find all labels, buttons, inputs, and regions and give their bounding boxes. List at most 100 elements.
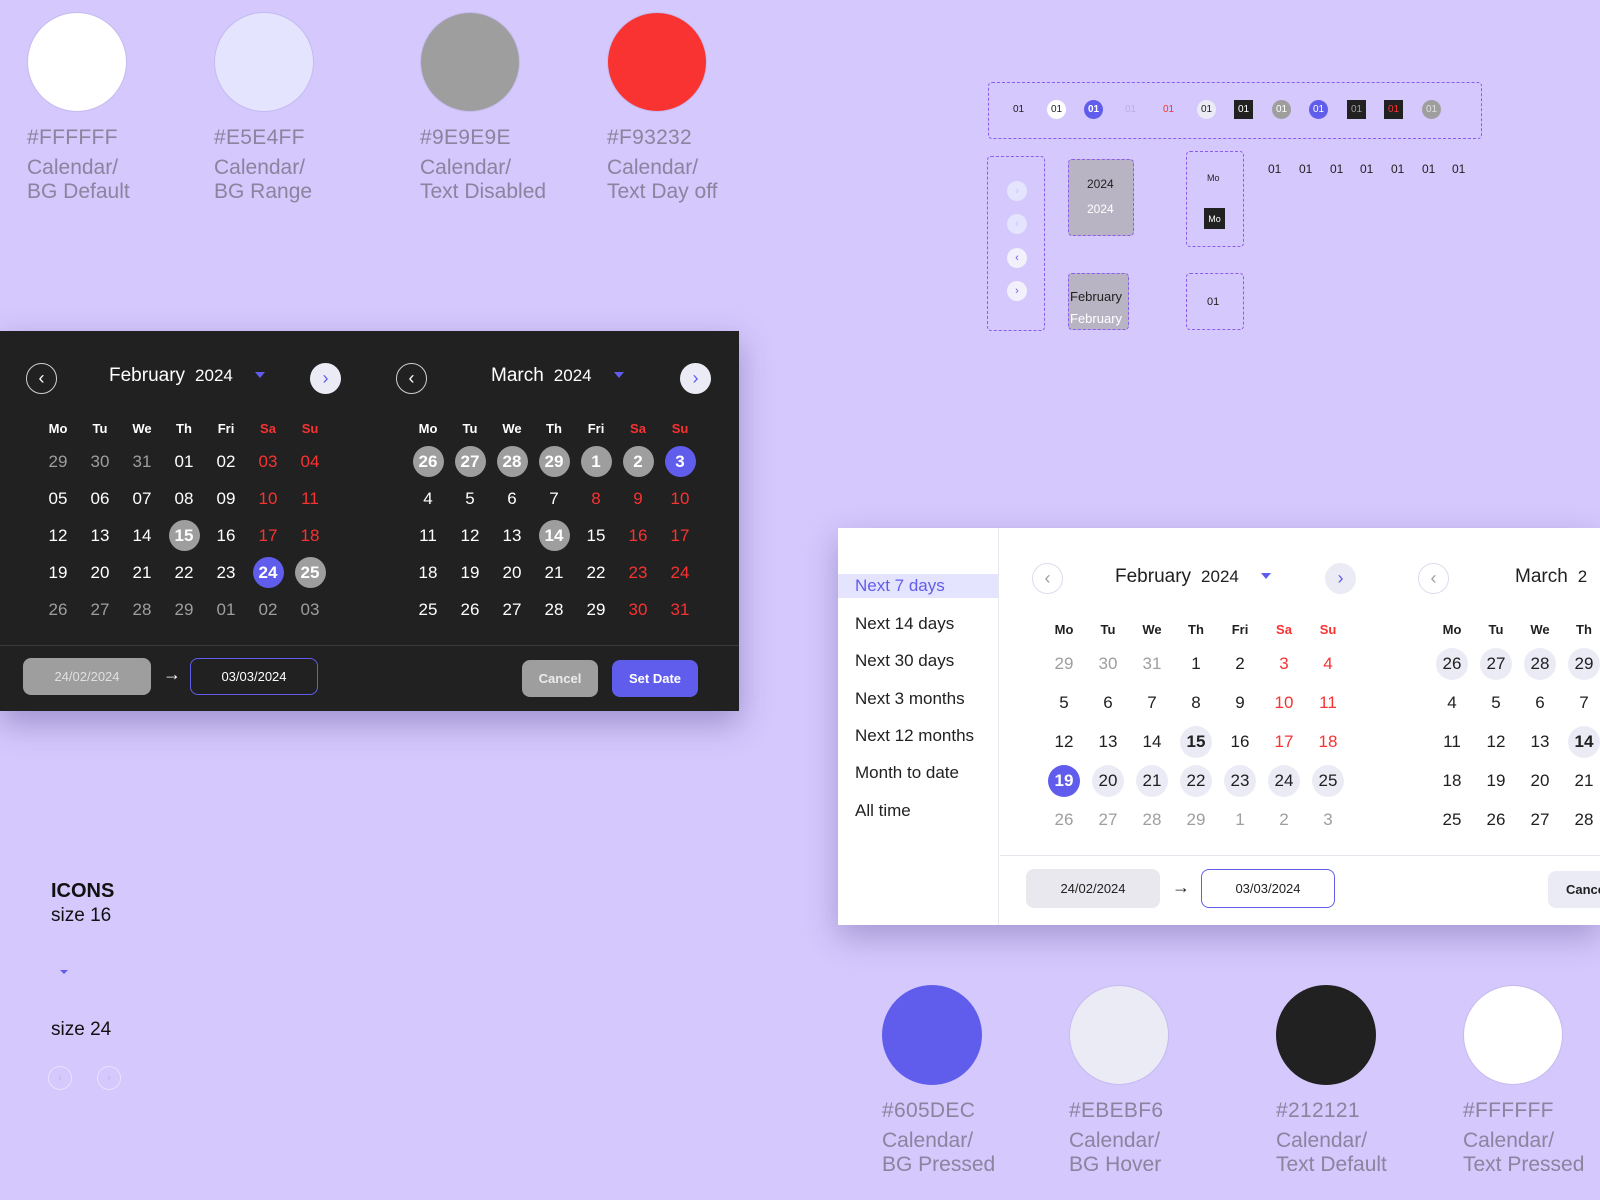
day-cell[interactable]: 27 <box>1475 644 1517 683</box>
day-cell[interactable]: 29 <box>534 443 574 480</box>
day-cell[interactable]: 24 <box>248 554 288 591</box>
day-cell[interactable]: 24 <box>1263 761 1305 800</box>
day-cell[interactable]: 21 <box>534 554 574 591</box>
prev-month-button[interactable]: ‹ <box>396 363 427 394</box>
start-date-field[interactable]: 24/02/2024 <box>1026 869 1160 908</box>
day-cell[interactable]: 2 <box>1219 644 1261 683</box>
day-cell[interactable]: 14 <box>534 517 574 554</box>
next-month-button[interactable]: › <box>310 363 341 394</box>
prev-month-button[interactable]: ‹ <box>1032 563 1063 594</box>
day-cell[interactable]: 5 <box>450 480 490 517</box>
preset-next-14-days[interactable]: Next 14 days <box>838 612 998 636</box>
day-cell[interactable]: 21 <box>1131 761 1173 800</box>
day-cell[interactable]: 12 <box>450 517 490 554</box>
next-month-button[interactable]: › <box>680 363 711 394</box>
day-cell[interactable]: 22 <box>164 554 204 591</box>
day-cell[interactable]: 8 <box>576 480 616 517</box>
day-cell[interactable]: 30 <box>80 443 120 480</box>
day-cell[interactable]: 20 <box>492 554 532 591</box>
preset-next-3-months[interactable]: Next 3 months <box>838 687 998 711</box>
day-cell[interactable]: 28 <box>1131 800 1173 839</box>
day-cell[interactable]: 29 <box>38 443 78 480</box>
day-cell[interactable]: 12 <box>1475 722 1517 761</box>
day-cell[interactable]: 27 <box>80 591 120 628</box>
day-cell[interactable]: 22 <box>1175 761 1217 800</box>
day-cell[interactable]: 26 <box>1475 800 1517 839</box>
day-cell[interactable]: 31 <box>122 443 162 480</box>
day-cell[interactable]: 14 <box>1131 722 1173 761</box>
day-cell[interactable]: 29 <box>1563 644 1600 683</box>
day-cell[interactable]: 12 <box>1043 722 1085 761</box>
month-year-selector[interactable]: February 2024 <box>1115 566 1271 588</box>
day-cell[interactable]: 17 <box>660 517 700 554</box>
preset-next-12-months[interactable]: Next 12 months <box>838 724 998 748</box>
day-cell[interactable]: 26 <box>450 591 490 628</box>
day-cell[interactable]: 6 <box>492 480 532 517</box>
set-date-button[interactable]: Set Date <box>612 660 698 697</box>
day-cell[interactable]: 03 <box>290 591 330 628</box>
prev-month-button[interactable]: ‹ <box>1418 563 1449 594</box>
day-cell[interactable]: 23 <box>1219 761 1261 800</box>
start-date-field[interactable]: 24/02/2024 <box>23 658 151 695</box>
chevron-right-icon[interactable]: › <box>1007 281 1027 301</box>
day-cell[interactable]: 26 <box>1431 644 1473 683</box>
day-cell[interactable]: 23 <box>206 554 246 591</box>
day-cell[interactable]: 15 <box>576 517 616 554</box>
day-cell[interactable]: 5 <box>1475 683 1517 722</box>
day-cell[interactable]: 12 <box>38 517 78 554</box>
day-cell[interactable]: 06 <box>80 480 120 517</box>
day-cell[interactable]: 25 <box>408 591 448 628</box>
cancel-button[interactable]: Cancel <box>522 660 598 697</box>
chevron-left-icon[interactable]: ‹ <box>1007 214 1027 234</box>
day-cell[interactable]: 20 <box>1087 761 1129 800</box>
day-cell[interactable]: 02 <box>206 443 246 480</box>
prev-month-button[interactable]: ‹ <box>26 363 57 394</box>
day-cell[interactable]: 13 <box>492 517 532 554</box>
day-cell[interactable]: 20 <box>80 554 120 591</box>
day-cell[interactable]: 29 <box>1043 644 1085 683</box>
day-cell[interactable]: 04 <box>290 443 330 480</box>
day-cell[interactable]: 26 <box>408 443 448 480</box>
day-cell[interactable]: 3 <box>1307 800 1349 839</box>
day-cell[interactable]: 29 <box>576 591 616 628</box>
preset-month-to-date[interactable]: Month to date <box>838 761 998 785</box>
day-cell[interactable]: 13 <box>1519 722 1561 761</box>
day-cell[interactable]: 25 <box>290 554 330 591</box>
day-cell[interactable]: 6 <box>1519 683 1561 722</box>
day-cell[interactable]: 7 <box>534 480 574 517</box>
day-cell[interactable]: 13 <box>1087 722 1129 761</box>
day-cell[interactable]: 11 <box>1307 683 1349 722</box>
preset-next-7-days[interactable]: Next 7 days <box>838 574 998 598</box>
day-cell[interactable]: 17 <box>1263 722 1305 761</box>
day-cell[interactable]: 07 <box>122 480 162 517</box>
day-cell[interactable]: 17 <box>248 517 288 554</box>
day-cell[interactable]: 10 <box>248 480 288 517</box>
day-cell[interactable]: 10 <box>1263 683 1305 722</box>
day-cell[interactable]: 13 <box>80 517 120 554</box>
end-date-field[interactable]: 03/03/2024 <box>190 658 318 695</box>
next-month-button[interactable]: › <box>1325 563 1356 594</box>
day-cell[interactable]: 7 <box>1563 683 1600 722</box>
day-cell[interactable]: 3 <box>1263 644 1305 683</box>
day-cell[interactable]: 28 <box>122 591 162 628</box>
day-cell[interactable]: 11 <box>408 517 448 554</box>
day-cell[interactable]: 14 <box>1563 722 1600 761</box>
day-cell[interactable]: 9 <box>618 480 658 517</box>
day-cell[interactable]: 1 <box>1219 800 1261 839</box>
day-cell[interactable]: 01 <box>206 591 246 628</box>
day-cell[interactable]: 11 <box>290 480 330 517</box>
day-cell[interactable]: 24 <box>660 554 700 591</box>
day-cell[interactable]: 08 <box>164 480 204 517</box>
day-cell[interactable]: 11 <box>1431 722 1473 761</box>
day-cell[interactable]: 22 <box>576 554 616 591</box>
preset-all-time[interactable]: All time <box>838 799 998 823</box>
day-cell[interactable]: 4 <box>1431 683 1473 722</box>
month-year-selector[interactable]: February 2024 <box>109 365 265 387</box>
day-cell[interactable]: 27 <box>1087 800 1129 839</box>
day-cell[interactable]: 28 <box>1519 644 1561 683</box>
day-cell[interactable]: 18 <box>1307 722 1349 761</box>
day-cell[interactable]: 4 <box>408 480 448 517</box>
day-cell[interactable]: 9 <box>1219 683 1261 722</box>
day-cell[interactable]: 25 <box>1307 761 1349 800</box>
day-cell[interactable]: 19 <box>1475 761 1517 800</box>
